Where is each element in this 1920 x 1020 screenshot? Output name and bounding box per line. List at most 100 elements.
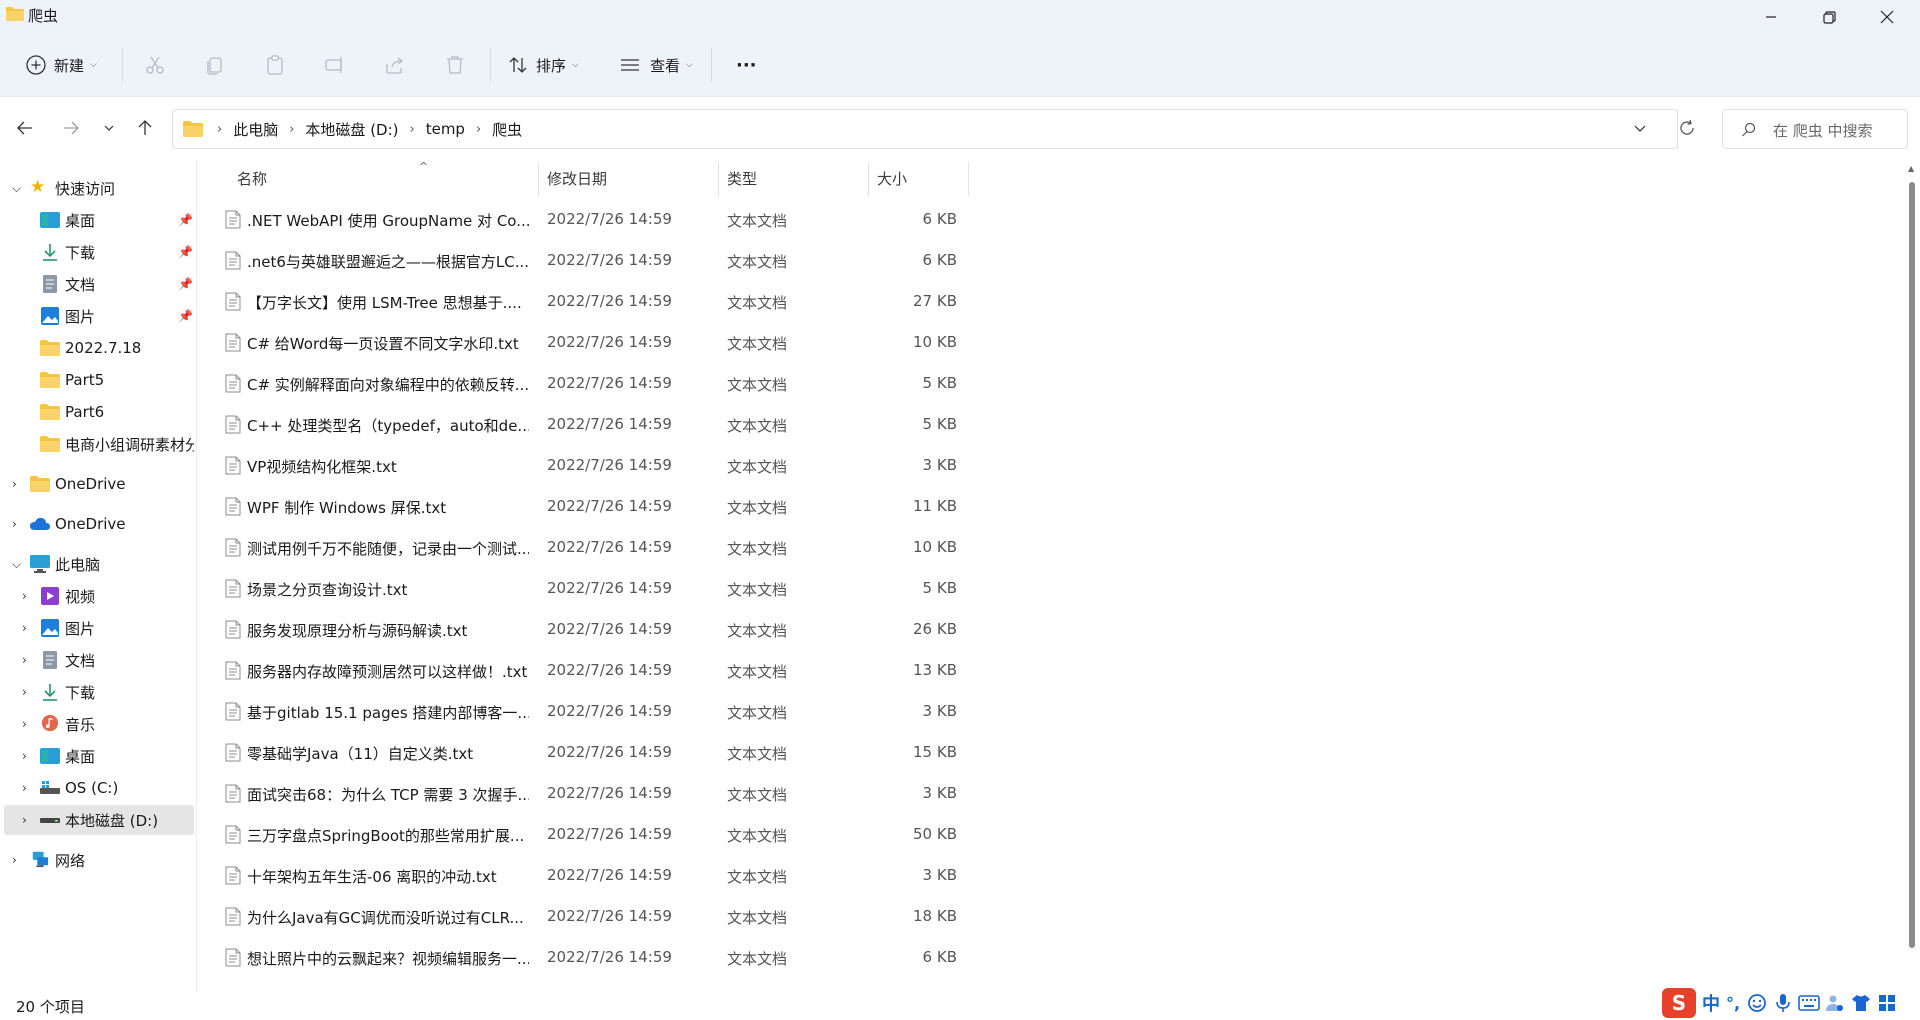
chevron-right-icon[interactable]: › [22, 653, 27, 667]
nav-quick-access[interactable]: ⌵ ★ 快速访问 [4, 173, 194, 203]
back-button[interactable] [10, 113, 40, 143]
nav-item-pictures[interactable]: 图片 📌 [4, 301, 194, 331]
column-divider[interactable] [968, 162, 969, 196]
emoji-icon[interactable] [1746, 992, 1768, 1014]
column-header-date[interactable]: 修改日期 [547, 160, 717, 196]
file-row[interactable]: 三万字盘点SpringBoot的那些常用扩展... 2022/7/26 14:59… [197, 815, 972, 856]
chevron-right-icon[interactable]: › [410, 122, 415, 137]
chevron-right-icon[interactable]: › [217, 122, 222, 137]
more-button[interactable]: ··· [736, 48, 757, 82]
file-row[interactable]: 服务发现原理分析与源码解读.txt 2022/7/26 14:59 文本文档 26 K… [197, 610, 972, 651]
share-button[interactable] [383, 48, 407, 82]
chevron-down-icon[interactable]: ⌵ [12, 181, 21, 196]
keyboard-icon[interactable] [1798, 992, 1820, 1014]
file-row[interactable]: .net6与英雄联盟邂逅之——根据官方LC... 2022/7/26 14:59 文… [197, 241, 972, 282]
nav-item-drive-c[interactable]: › OS (C:) [4, 773, 194, 803]
nav-item-music[interactable]: › 音乐 [4, 709, 194, 739]
delete-button[interactable] [443, 48, 467, 82]
address-bar[interactable]: › 此电脑 › 本地磁盘 (D:) › temp › 爬虫 [172, 109, 1678, 149]
file-row[interactable]: .NET WebAPI 使用 GroupName 对 Co... 2022/7/2… [197, 200, 972, 241]
file-row[interactable]: 十年架构五年生活-06 离职的冲动.txt 2022/7/26 14:59 文本文档… [197, 856, 972, 897]
nav-this-pc[interactable]: ⌵ 此电脑 [4, 549, 194, 579]
copy-button[interactable] [203, 48, 227, 82]
skin-shirt-icon[interactable] [1850, 992, 1872, 1014]
ime-mode-toggle[interactable]: 中 [1702, 990, 1720, 1016]
forward-button[interactable] [56, 113, 86, 143]
nav-item-desktop[interactable]: 桌面 📌 [4, 205, 194, 235]
file-row[interactable]: VP视频结构化框架.txt 2022/7/26 14:59 文本文档 3 KB [197, 446, 972, 487]
nav-item-documents[interactable]: 文档 📌 [4, 269, 194, 299]
scroll-up-icon[interactable]: ▲ [1908, 164, 1914, 173]
chevron-right-icon[interactable]: › [22, 717, 27, 731]
ime-logo-icon[interactable]: S [1662, 988, 1696, 1018]
view-button[interactable]: 查看 ⌵ [618, 48, 693, 82]
grid-icon[interactable] [1876, 992, 1898, 1014]
new-button[interactable]: 新建 ⌵ [24, 48, 97, 82]
cut-button[interactable] [143, 48, 167, 82]
file-row[interactable]: 零基础学Java（11）自定义类.txt 2022/7/26 14:59 文本文档 1… [197, 733, 972, 774]
column-header-name[interactable]: 名称 ^ [237, 160, 532, 196]
nav-item-desktop[interactable]: › 桌面 [4, 741, 194, 771]
search-input[interactable]: 在 爬虫 中搜索 [1722, 109, 1908, 149]
file-row[interactable]: C# 实例解释面向对象编程中的依赖反转... 2022/7/26 14:59 文本文… [197, 364, 972, 405]
file-row[interactable]: 服务器内存故障预测居然可以这样做！.txt 2022/7/26 14:59 文本文档… [197, 651, 972, 692]
nav-item-folder[interactable]: Part5 [4, 365, 194, 395]
chevron-right-icon[interactable]: › [12, 853, 17, 867]
chevron-right-icon[interactable]: › [22, 589, 27, 603]
nav-item-drive-d[interactable]: › 本地磁盘 (D:) [4, 805, 194, 835]
rename-button[interactable] [323, 48, 347, 82]
chevron-right-icon[interactable]: › [22, 685, 27, 699]
nav-item-documents[interactable]: › 文档 [4, 645, 194, 675]
nav-item-folder[interactable]: 电商小组调研素材分 [4, 429, 194, 459]
chevron-right-icon[interactable]: › [22, 749, 27, 763]
chevron-right-icon[interactable]: › [12, 517, 17, 531]
column-divider[interactable] [718, 162, 719, 196]
chevron-right-icon[interactable]: › [22, 781, 27, 795]
column-divider[interactable] [538, 162, 539, 196]
chevron-right-icon[interactable]: › [476, 122, 481, 137]
sort-button[interactable]: 排序 ⌵ [506, 48, 579, 82]
chevron-down-icon[interactable]: ⌵ [12, 557, 21, 572]
chevron-right-icon[interactable]: › [22, 813, 27, 827]
nav-item-pictures[interactable]: › 图片 [4, 613, 194, 643]
chevron-right-icon[interactable]: › [22, 621, 27, 635]
up-button[interactable] [130, 113, 160, 143]
file-row[interactable]: 场景之分页查询设计.txt 2022/7/26 14:59 文本文档 5 KB [197, 569, 972, 610]
column-header-type[interactable]: 类型 [727, 160, 867, 196]
nav-item-folder[interactable]: Part6 [4, 397, 194, 427]
column-divider[interactable] [868, 162, 869, 196]
nav-item-downloads[interactable]: 下载 📌 [4, 237, 194, 267]
nav-onedrive-personal[interactable]: › OneDrive [4, 469, 194, 499]
microphone-icon[interactable] [1772, 992, 1794, 1014]
chevron-right-icon[interactable]: › [289, 122, 294, 137]
file-row[interactable]: C++ 处理类型名（typedef，auto和de... 2022/7/26 14… [197, 405, 972, 446]
file-row[interactable]: C# 给Word每一页设置不同文字水印.txt 2022/7/26 14:59 文本… [197, 323, 972, 364]
chevron-right-icon[interactable]: › [12, 477, 17, 491]
nav-onedrive[interactable]: › OneDrive [4, 509, 194, 539]
crumb-temp[interactable]: temp [426, 120, 465, 138]
vertical-scrollbar[interactable]: ▲ [1906, 160, 1920, 992]
crumb-current[interactable]: 爬虫 [492, 119, 522, 140]
crumb-this-pc[interactable]: 此电脑 [233, 119, 278, 140]
recent-locations-button[interactable] [94, 113, 124, 143]
nav-network[interactable]: › 网络 [4, 845, 194, 875]
restore-button[interactable] [1800, 0, 1858, 34]
user-icon[interactable] [1824, 992, 1846, 1014]
scrollbar-thumb[interactable] [1909, 182, 1915, 948]
refresh-button[interactable] [1672, 113, 1702, 143]
close-button[interactable] [1858, 0, 1916, 34]
file-row[interactable]: 基于gitlab 15.1 pages 搭建内部博客一... 2022/7/26 … [197, 692, 972, 733]
file-row[interactable]: 面试突击68：为什么 TCP 需要 3 次握手... 2022/7/26 14:5… [197, 774, 972, 815]
file-row[interactable]: 为什么Java有GC调优而没听说过有CLR... 2022/7/26 14:59 文… [197, 897, 972, 938]
ime-toolbar[interactable]: S 中 °, [1662, 986, 1920, 1020]
nav-item-folder[interactable]: 2022.7.18 [4, 333, 194, 363]
ime-punct-toggle[interactable]: °, [1726, 994, 1740, 1013]
file-row[interactable]: 测试用例千万不能随便，记录由一个测试... 2022/7/26 14:59 文本文档… [197, 528, 972, 569]
address-history-button[interactable] [1633, 122, 1647, 140]
nav-item-videos[interactable]: › 视频 [4, 581, 194, 611]
file-row[interactable]: 想让照片中的云飘起来？视频编辑服务一... 2022/7/26 14:59 文本文档… [197, 938, 972, 979]
file-row[interactable]: 【万字长文】使用 LSM-Tree 思想基于.... 2022/7/26 14:5… [197, 282, 972, 323]
column-header-size[interactable]: 大小 [877, 160, 967, 196]
paste-button[interactable] [263, 48, 287, 82]
nav-item-downloads[interactable]: › 下载 [4, 677, 194, 707]
